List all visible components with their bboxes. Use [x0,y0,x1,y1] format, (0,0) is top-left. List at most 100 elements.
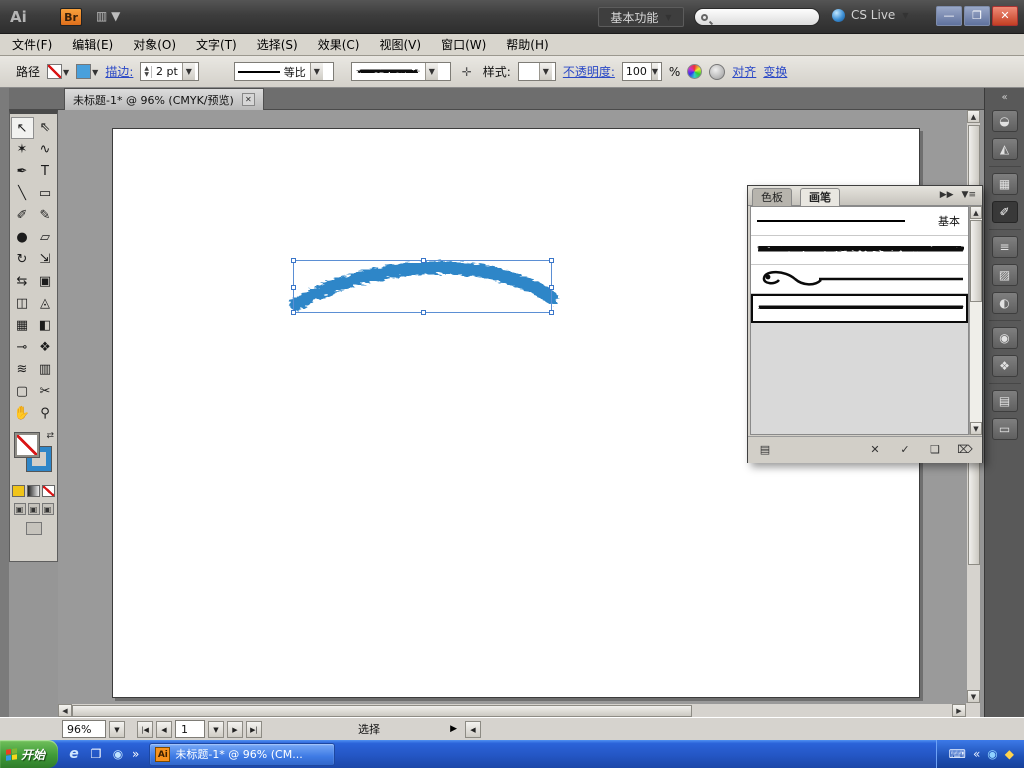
stroke-weight-dropdown[interactable]: ▼ [181,63,195,80]
width-profile-dropdown[interactable]: 等比 ▼ [233,62,334,81]
screen-mode-button[interactable] [25,522,42,535]
free-transform-tool[interactable]: ▣ [34,271,57,293]
handle-top-left[interactable] [291,258,296,263]
next-artboard-icon[interactable]: ▶ [227,720,243,738]
minimize-button[interactable]: — [936,6,962,26]
gradient-button[interactable] [27,485,40,497]
panel-menu-icon[interactable]: ▼≡ [962,190,976,200]
quick-launch-overflow-icon[interactable]: » [132,747,139,761]
brush-scroll-up-icon[interactable]: ▲ [970,206,982,219]
swatches-panel-icon[interactable]: ▦ [991,173,1018,195]
pen-tool[interactable]: ✒ [11,161,34,183]
document-tab[interactable]: 未标题-1* @ 96% (CMYK/预览) ✕ [64,88,264,110]
artboard-tool[interactable]: ▢ [11,381,34,403]
stroke-panel-link[interactable]: 描边: [105,63,133,80]
zoom-level-field[interactable]: 96% [62,720,106,738]
status-scroll-left-icon[interactable]: ◀ [465,720,481,738]
brush-definition-dropdown[interactable]: ▼ [350,62,451,81]
appearance-panel-icon[interactable]: ◉ [991,327,1018,349]
scale-tool[interactable]: ⇲ [34,249,57,271]
panel-expand-icon[interactable]: ▶▶ [940,190,954,200]
opacity-link[interactable]: 不透明度: [563,63,615,80]
scroll-right-icon[interactable]: ▶ [952,704,966,717]
brush-dropdown-icon[interactable]: ▼ [424,63,438,80]
rotate-tool[interactable]: ↻ [11,249,34,271]
handle-bottom-left[interactable] [291,310,296,315]
input-method-icon[interactable]: ⌨ [949,747,966,761]
eraser-tool[interactable]: ▱ [34,227,57,249]
brush-item-charcoal-selected[interactable] [751,294,968,323]
last-artboard-icon[interactable]: ▶| [246,720,262,738]
network-status-icon[interactable]: ◉ [987,747,997,761]
mesh-tool[interactable]: ▦ [11,315,34,337]
brush-list-scrollbar[interactable]: ▲ ▼ [969,206,982,435]
opacity-field[interactable]: 100 ▼ [621,62,662,81]
stroke-weight-stepper[interactable]: ▲ ▼ [144,65,152,78]
gradient-panel-icon[interactable]: ▨ [991,264,1018,286]
style-dropdown[interactable]: ▼ [517,62,556,81]
selection-bounding-box[interactable] [291,258,554,315]
brush-item-decorative[interactable] [751,265,968,294]
brush-item-basic[interactable]: 基本 [751,207,968,236]
menu-window[interactable]: 窗口(W) [441,36,486,53]
close-button[interactable]: ✕ [992,6,1018,26]
draw-behind-icon[interactable]: ▣ [27,503,40,515]
delete-brush-icon[interactable]: ⌦ [956,442,974,458]
line-segment-tool[interactable]: ╲ [11,183,34,205]
scroll-up-icon[interactable]: ▲ [967,110,980,123]
close-document-icon[interactable]: ✕ [241,93,255,106]
menu-help[interactable]: 帮助(H) [506,36,548,53]
menu-effect[interactable]: 效果(C) [318,36,360,53]
search-input[interactable] [694,8,820,26]
column-graph-tool[interactable]: ▥ [34,359,57,381]
paintbrush-tool[interactable]: ✐ [11,205,34,227]
expand-dock-icon[interactable]: « [1001,92,1007,104]
restore-button[interactable]: ❐ [964,6,990,26]
arrange-documents-icon[interactable]: ▥ ▼ [96,9,120,23]
scroll-down-icon[interactable]: ▼ [967,690,980,703]
tray-collapse-icon[interactable]: « [973,747,980,761]
pencil-tool[interactable]: ✎ [34,205,57,227]
menu-edit[interactable]: 编辑(E) [72,36,113,53]
gradient-tool[interactable]: ◧ [34,315,57,337]
align-link[interactable]: 对齐 [732,63,756,80]
eyedropper-tool[interactable]: ⊸ [11,337,34,359]
draw-normal-icon[interactable]: ▣ [13,503,26,515]
previous-artboard-icon[interactable]: ◀ [156,720,172,738]
color-guide-panel-icon[interactable]: ◭ [991,138,1018,160]
brush-scroll-down-icon[interactable]: ▼ [970,422,982,435]
color-panel-icon[interactable]: ◒ [991,110,1018,132]
handle-bottom-center[interactable] [421,310,426,315]
volume-icon[interactable]: ◆ [1005,747,1014,761]
hand-tool[interactable]: ✋ [11,403,34,425]
brushes-panel-header[interactable]: 色板 画笔 ▶▶ ▼≡ [748,186,982,206]
symbol-sprayer-tool[interactable]: ≋ [11,359,34,381]
perspective-grid-tool[interactable]: ◬ [34,293,57,315]
start-button[interactable]: 开始 [0,740,58,768]
style-dropdown-icon[interactable]: ▼ [538,63,552,80]
brush-item-charcoal[interactable] [751,236,968,265]
stroke-color-swatch[interactable]: ▼ [76,64,98,79]
blob-brush-tool[interactable]: ● [11,227,34,249]
internet-explorer-icon[interactable]: e [66,746,82,762]
brush-libraries-menu-icon[interactable]: ▤ [756,442,774,458]
width-tool[interactable]: ⇆ [11,271,34,293]
zoom-tool[interactable]: ⚲ [34,403,57,425]
magic-wand-tool[interactable]: ✶ [11,139,34,161]
handle-middle-right[interactable] [549,285,554,290]
tab-swatches[interactable]: 色板 [752,188,792,206]
recolor-artwork-icon[interactable] [687,64,703,79]
menu-file[interactable]: 文件(F) [12,36,52,53]
options-of-selected-object-icon[interactable]: ✓ [896,442,914,458]
brush-scroll-thumb[interactable] [970,220,982,302]
selection-tool[interactable]: ↖ [10,117,34,139]
transparency-panel-icon[interactable]: ◐ [991,292,1018,314]
layers-panel-icon[interactable]: ▤ [991,390,1018,412]
bridge-icon[interactable]: Br [60,8,82,26]
transform-link[interactable]: 变换 [763,63,787,80]
shape-builder-tool[interactable]: ◫ [11,293,34,315]
handle-top-right[interactable] [549,258,554,263]
opacity-dropdown-icon[interactable]: ▼ [650,63,659,80]
swap-fill-stroke-icon[interactable]: ⇄ [46,431,54,441]
scroll-left-icon[interactable]: ◀ [58,704,72,717]
